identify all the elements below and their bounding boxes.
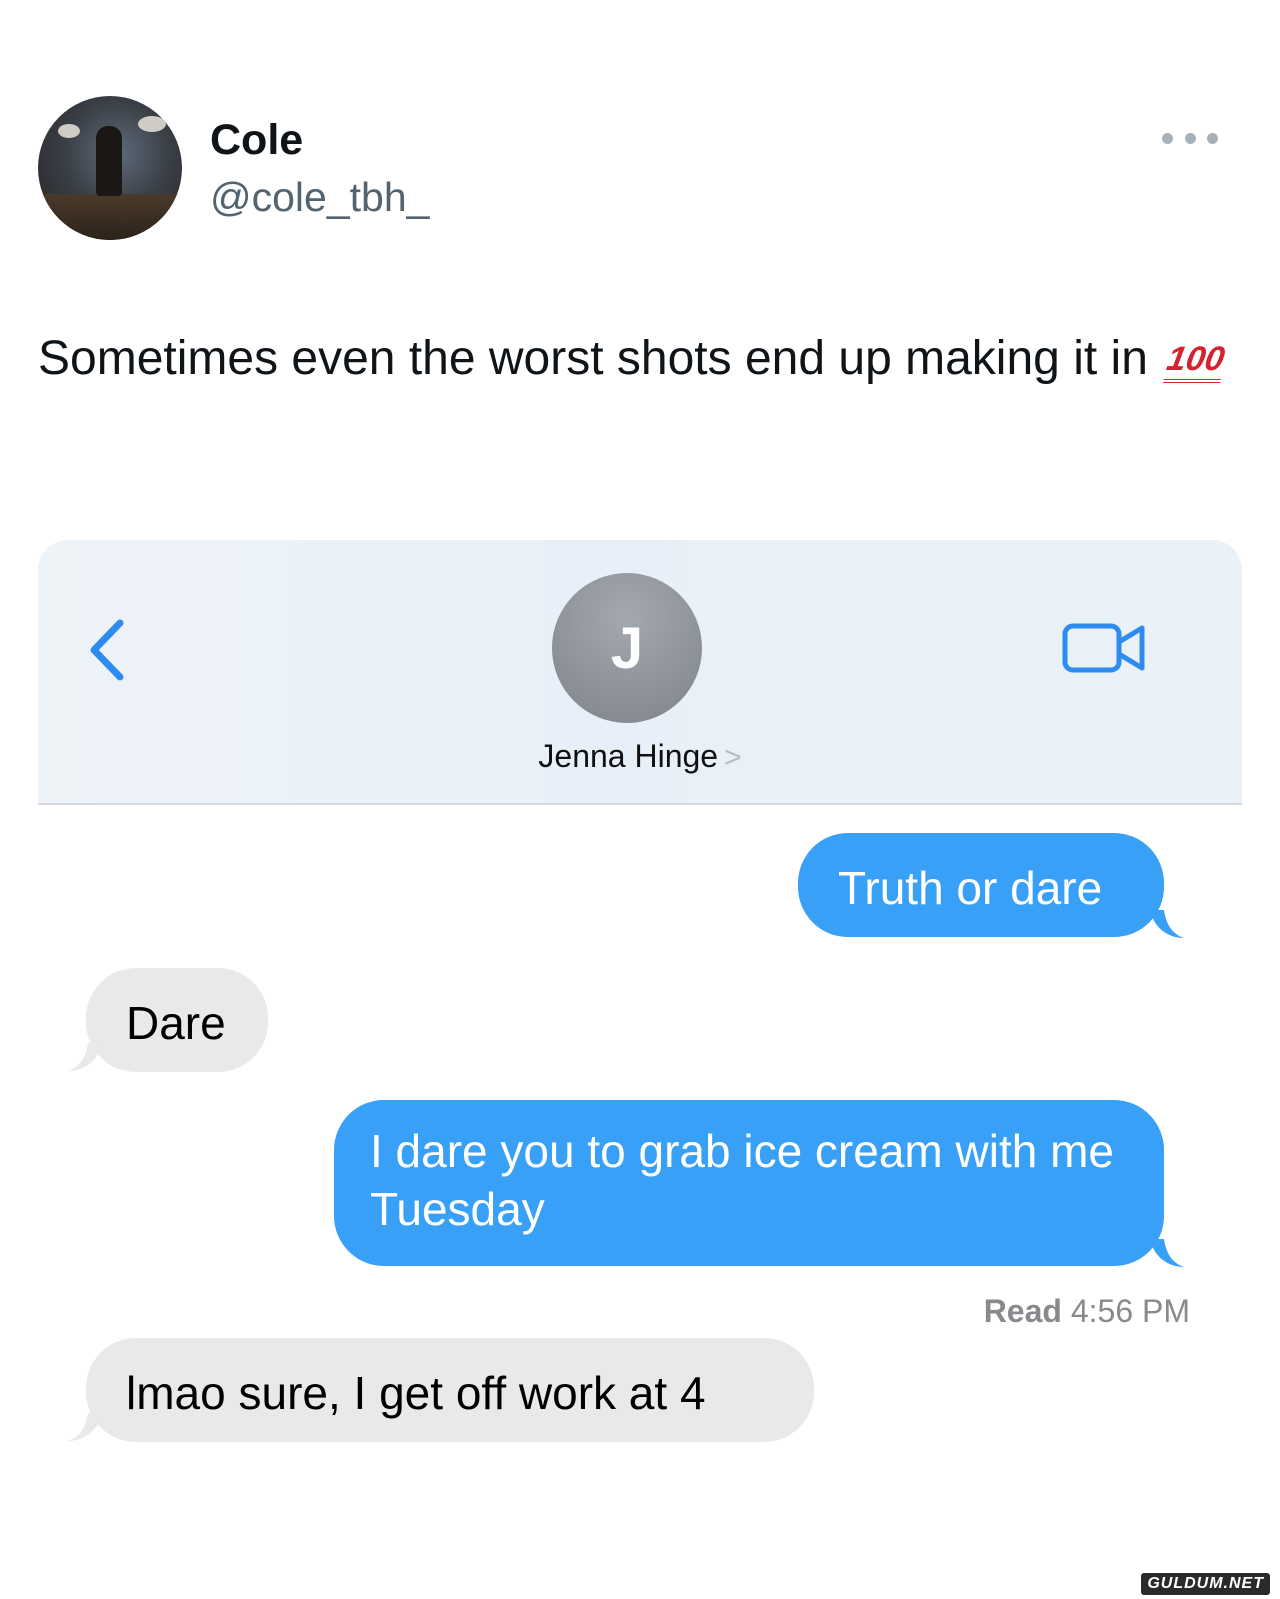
received-message-bubble[interactable]: Dare (86, 968, 268, 1072)
sent-message-bubble[interactable]: Truth or dare (798, 833, 1164, 937)
more-dot (1162, 132, 1173, 144)
tweet-text: Sometimes even the worst shots end up ma… (38, 324, 1238, 394)
back-chevron-icon[interactable] (82, 615, 132, 685)
bubble-tail (68, 1413, 102, 1441)
more-dot (1184, 132, 1196, 144)
avatar-light (58, 124, 80, 138)
chevron-right-icon: > (724, 741, 742, 774)
read-receipt: Read 4:56 PM (984, 1293, 1190, 1330)
more-dot (1207, 132, 1218, 144)
avatar-light (138, 116, 166, 132)
bubble-tail (1150, 1239, 1184, 1267)
contact-name: Jenna Hinge (538, 738, 719, 774)
contact-name-button[interactable]: Jenna Hinge > (38, 738, 1242, 775)
more-options-icon[interactable] (1162, 128, 1218, 148)
read-label: Read (983, 1293, 1062, 1329)
author-avatar[interactable] (38, 96, 182, 240)
bubble-tail (1150, 910, 1184, 938)
avatar-floor (38, 194, 182, 240)
read-time: 4:56 PM (1070, 1293, 1190, 1329)
chat-header: J Jenna Hinge > (38, 540, 1242, 805)
author-name[interactable]: Cole (210, 116, 303, 165)
contact-avatar[interactable]: J (552, 573, 702, 723)
author-handle[interactable]: @cole_tbh_ (210, 174, 429, 221)
hundred-points-emoji-icon: 100 (1163, 339, 1228, 383)
video-camera-icon[interactable] (1062, 618, 1148, 678)
received-message-bubble[interactable]: lmao sure, I get off work at 4 (86, 1338, 814, 1442)
sent-message-bubble[interactable]: I dare you to grab ice cream with me Tue… (334, 1100, 1164, 1266)
message-screenshot: J Jenna Hinge > Truth or dare Dare I dare… (38, 540, 1242, 1599)
avatar-person (96, 126, 122, 196)
bubble-tail (68, 1043, 102, 1071)
tweet-body: Sometimes even the worst shots end up ma… (38, 332, 1148, 385)
watermark-logo: GULDUM.NET (1141, 1573, 1270, 1595)
